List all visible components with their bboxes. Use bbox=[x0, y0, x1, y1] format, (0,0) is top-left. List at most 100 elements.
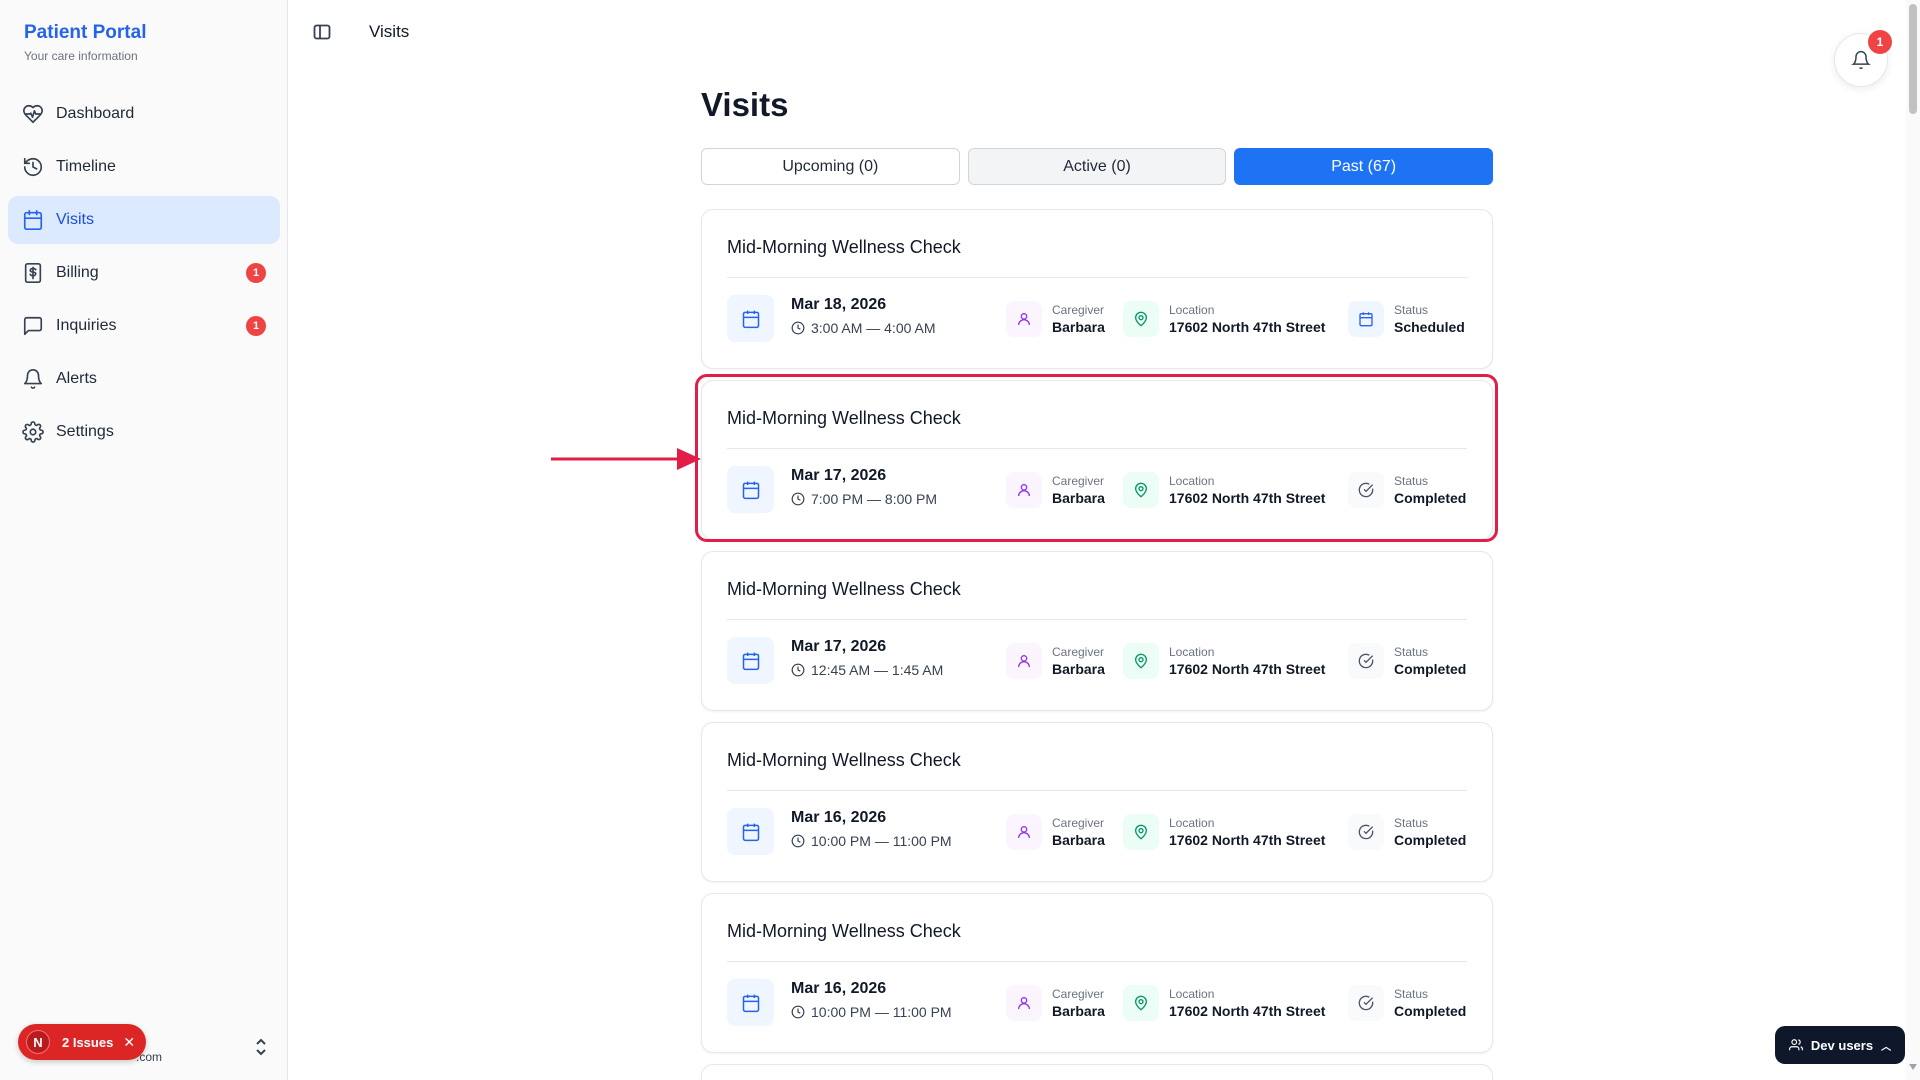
user-icon bbox=[1006, 814, 1042, 850]
dev-users-button[interactable]: Dev users ︿ bbox=[1775, 1026, 1905, 1064]
issues-label: 2 Issues bbox=[62, 1034, 114, 1050]
visit-card[interactable]: Mid-Morning Wellness Check Mar 16, 2026 … bbox=[701, 722, 1493, 882]
caregiver-value: Barbara bbox=[1052, 490, 1105, 506]
visit-status: Status Completed bbox=[1348, 985, 1466, 1021]
bell-icon bbox=[22, 368, 44, 390]
visit-tabs: Upcoming (0) Active (0) Past (67) bbox=[701, 148, 1494, 185]
user-icon bbox=[1006, 472, 1042, 508]
caregiver-value: Barbara bbox=[1052, 661, 1105, 677]
sidebar-item-label: Timeline bbox=[56, 158, 116, 175]
visit-location: Location 17602 North 47th Street bbox=[1123, 643, 1325, 679]
status-label: Status bbox=[1394, 303, 1429, 317]
map-pin-icon bbox=[1123, 814, 1159, 850]
check-circle-icon bbox=[1348, 985, 1384, 1021]
bell-icon bbox=[1851, 50, 1871, 70]
sidebar-item-inquiries[interactable]: Inquiries 1 bbox=[8, 302, 280, 350]
divider bbox=[727, 448, 1467, 449]
visit-date: Mar 18, 2026 bbox=[791, 296, 887, 313]
visit-time-text: 7:00 PM — 8:00 PM bbox=[811, 491, 938, 507]
visit-title: Mid-Morning Wellness Check bbox=[727, 579, 961, 599]
visit-time-text: 10:00 PM — 11:00 PM bbox=[811, 1004, 952, 1020]
visit-card[interactable]: Mid-Morning Wellness Check Mar 18, 2026 … bbox=[701, 209, 1493, 369]
check-circle-icon bbox=[1348, 814, 1384, 850]
status-value: Completed bbox=[1394, 832, 1467, 848]
users-icon bbox=[1788, 1039, 1803, 1051]
sidebar-item-label: Billing bbox=[56, 264, 99, 281]
visit-status: Status Scheduled bbox=[1348, 301, 1465, 337]
location-label: Location bbox=[1169, 645, 1215, 659]
check-circle-icon bbox=[1348, 472, 1384, 508]
visit-card[interactable]: Mid-Morning Wellness Check Mar 17, 2026 … bbox=[701, 551, 1493, 711]
tab-past[interactable]: Past (67) bbox=[1234, 148, 1494, 185]
map-pin-icon bbox=[1123, 301, 1159, 337]
visit-time-text: 3:00 AM — 4:00 AM bbox=[811, 320, 936, 336]
location-label: Location bbox=[1169, 474, 1215, 488]
status-label: Status bbox=[1394, 474, 1429, 488]
sidebar: Patient Portal Your care information Das… bbox=[0, 0, 288, 1080]
map-pin-icon bbox=[1123, 643, 1159, 679]
divider bbox=[727, 790, 1467, 791]
heart-pulse-icon bbox=[22, 103, 44, 125]
tab-upcoming[interactable]: Upcoming (0) bbox=[701, 148, 960, 185]
sidebar-item-visits[interactable]: Visits bbox=[8, 196, 280, 244]
scroll-down-arrow[interactable] bbox=[1909, 1064, 1917, 1070]
visit-time: 12:45 AM — 1:45 AM bbox=[791, 662, 943, 678]
visit-location: Location 17602 North 47th Street bbox=[1123, 472, 1325, 508]
visit-status: Status Completed bbox=[1348, 472, 1466, 508]
visit-date: Mar 17, 2026 bbox=[791, 467, 887, 484]
notifications-badge: 1 bbox=[1868, 30, 1892, 54]
billing-badge: 1 bbox=[246, 263, 266, 283]
visit-date: Mar 16, 2026 bbox=[791, 980, 887, 997]
calendar-icon bbox=[1348, 301, 1384, 337]
clock-icon bbox=[791, 834, 805, 848]
location-value: 17602 North 47th Street bbox=[1169, 319, 1326, 335]
location-value: 17602 North 47th Street bbox=[1169, 1003, 1326, 1019]
visit-card[interactable]: Mid-Morning Wellness Check Mar 17, 2026 … bbox=[701, 380, 1493, 540]
location-value: 17602 North 47th Street bbox=[1169, 661, 1326, 677]
caregiver-label: Caregiver bbox=[1052, 816, 1105, 830]
visit-title: Mid-Morning Wellness Check bbox=[727, 237, 961, 257]
brand[interactable]: Patient Portal Your care information bbox=[24, 22, 146, 63]
sidebar-item-label: Inquiries bbox=[56, 317, 117, 334]
issues-logo: N bbox=[26, 1030, 50, 1054]
check-circle-icon bbox=[1348, 643, 1384, 679]
visit-card[interactable] bbox=[701, 1064, 1493, 1080]
status-value: Completed bbox=[1394, 1003, 1467, 1019]
sidebar-item-settings[interactable]: Settings bbox=[8, 408, 280, 456]
tab-active[interactable]: Active (0) bbox=[967, 148, 1227, 185]
sidebar-item-alerts[interactable]: Alerts bbox=[8, 355, 280, 403]
message-square-icon bbox=[22, 315, 44, 337]
caregiver-label: Caregiver bbox=[1052, 474, 1105, 488]
calendar-icon bbox=[727, 979, 774, 1026]
app-root: Patient Portal Your care information Das… bbox=[0, 0, 1920, 1080]
chevrons-up-down-icon[interactable] bbox=[254, 1038, 268, 1056]
status-value: Completed bbox=[1394, 661, 1467, 677]
page-scrollbar[interactable] bbox=[1906, 0, 1920, 1080]
sidebar-toggle-icon[interactable] bbox=[312, 22, 332, 42]
visit-location: Location 17602 North 47th Street bbox=[1123, 301, 1325, 337]
status-label: Status bbox=[1394, 645, 1429, 659]
location-label: Location bbox=[1169, 816, 1215, 830]
caregiver-label: Caregiver bbox=[1052, 645, 1105, 659]
calendar-icon bbox=[727, 295, 774, 342]
sidebar-item-dashboard[interactable]: Dashboard bbox=[8, 90, 280, 138]
inquiries-badge: 1 bbox=[246, 316, 266, 336]
scrollbar-thumb[interactable] bbox=[1909, 4, 1917, 114]
sidebar-item-timeline[interactable]: Timeline bbox=[8, 143, 280, 191]
map-pin-icon bbox=[1123, 472, 1159, 508]
divider bbox=[727, 277, 1467, 278]
visit-date: Mar 16, 2026 bbox=[791, 809, 887, 826]
visit-card[interactable]: Mid-Morning Wellness Check Mar 16, 2026 … bbox=[701, 893, 1493, 1053]
issues-button[interactable]: N 2 Issues ✕ bbox=[18, 1024, 146, 1060]
chevron-up-icon: ︿ bbox=[1881, 1041, 1892, 1053]
visit-location: Location 17602 North 47th Street bbox=[1123, 985, 1325, 1021]
receipt-icon bbox=[22, 262, 44, 284]
close-icon[interactable]: ✕ bbox=[123, 1034, 135, 1051]
visit-time-text: 12:45 AM — 1:45 AM bbox=[811, 662, 944, 678]
brand-title[interactable]: Patient Portal bbox=[24, 22, 146, 44]
calendar-icon bbox=[22, 209, 44, 231]
sidebar-item-label: Dashboard bbox=[56, 105, 135, 122]
sidebar-item-billing[interactable]: Billing 1 bbox=[8, 249, 280, 297]
caregiver-label: Caregiver bbox=[1052, 987, 1105, 1001]
visit-caregiver: Caregiver Barbara bbox=[1006, 472, 1105, 508]
